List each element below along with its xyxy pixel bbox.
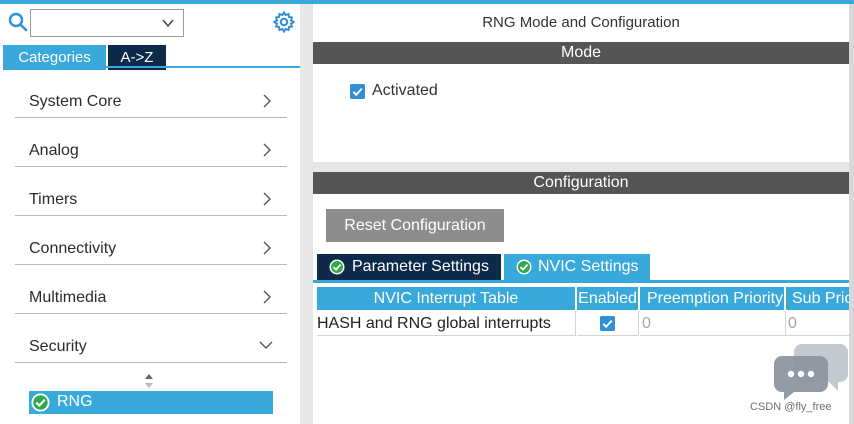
table-cell-sub-priority[interactable]: 0 <box>786 311 849 336</box>
category-label: Security <box>29 338 87 355</box>
tabs-underline <box>313 280 849 283</box>
reset-configuration-button[interactable]: Reset Configuration <box>326 209 504 242</box>
panel-divider[interactable] <box>300 4 312 424</box>
column-header-enabled[interactable]: Enabled <box>577 287 638 310</box>
watermark-text: CSDN @fly_free <box>750 401 832 413</box>
configuration-section-header: Configuration <box>313 172 849 194</box>
table-cell-preemption-priority[interactable]: 0 <box>640 311 786 336</box>
search-icon[interactable] <box>8 12 28 32</box>
category-label: Multimedia <box>29 289 107 306</box>
category-security[interactable]: Security <box>15 329 287 363</box>
chevron-right-icon <box>263 241 271 255</box>
page-title: RNG Mode and Configuration <box>482 14 680 31</box>
category-label: Timers <box>29 191 78 208</box>
column-header-preemption-priority[interactable]: Preemption Priority <box>640 287 784 310</box>
check-circle-icon <box>329 259 345 275</box>
mode-section-header: Mode <box>313 42 849 64</box>
chevron-right-icon <box>263 94 271 108</box>
check-circle-icon <box>516 259 532 275</box>
tab-underline <box>3 66 300 68</box>
table-cell-interrupt-name: HASH and RNG global interrupts <box>317 311 576 336</box>
activated-checkbox[interactable] <box>350 84 365 99</box>
category-timers[interactable]: Timers <box>15 182 287 216</box>
column-header-nvic-interrupt-table[interactable]: NVIC Interrupt Table <box>317 287 575 310</box>
category-analog[interactable]: Analog <box>15 133 287 167</box>
category-connectivity[interactable]: Connectivity <box>15 231 287 265</box>
column-header-sub-priority[interactable]: Sub Priority <box>786 287 849 310</box>
chat-bubbles-icon <box>774 344 848 400</box>
sort-arrows-icon[interactable] <box>143 373 155 389</box>
category-system-core[interactable]: System Core <box>15 84 287 118</box>
enabled-checkbox[interactable] <box>600 316 615 331</box>
category-label: System Core <box>29 93 122 110</box>
chevron-right-icon <box>263 290 271 304</box>
chevron-down-icon[interactable] <box>161 16 175 30</box>
check-circle-icon <box>31 393 50 412</box>
chevron-down-icon <box>259 341 273 349</box>
gear-icon[interactable] <box>272 10 296 34</box>
search-combobox[interactable] <box>30 9 184 37</box>
chevron-right-icon <box>263 192 271 206</box>
chevron-right-icon <box>263 143 271 157</box>
category-multimedia[interactable]: Multimedia <box>15 280 287 314</box>
category-label: Connectivity <box>29 240 117 257</box>
tab-parameter-settings[interactable]: Parameter Settings <box>317 254 501 280</box>
list-item-rng[interactable]: RNG <box>29 391 273 414</box>
tab-label: NVIC Settings <box>538 258 639 275</box>
tab-label: Parameter Settings <box>352 258 489 275</box>
list-item-label: RNG <box>57 393 93 410</box>
category-label: Analog <box>29 142 79 159</box>
activated-label: Activated <box>372 82 438 99</box>
tab-nvic-settings[interactable]: NVIC Settings <box>504 254 650 280</box>
